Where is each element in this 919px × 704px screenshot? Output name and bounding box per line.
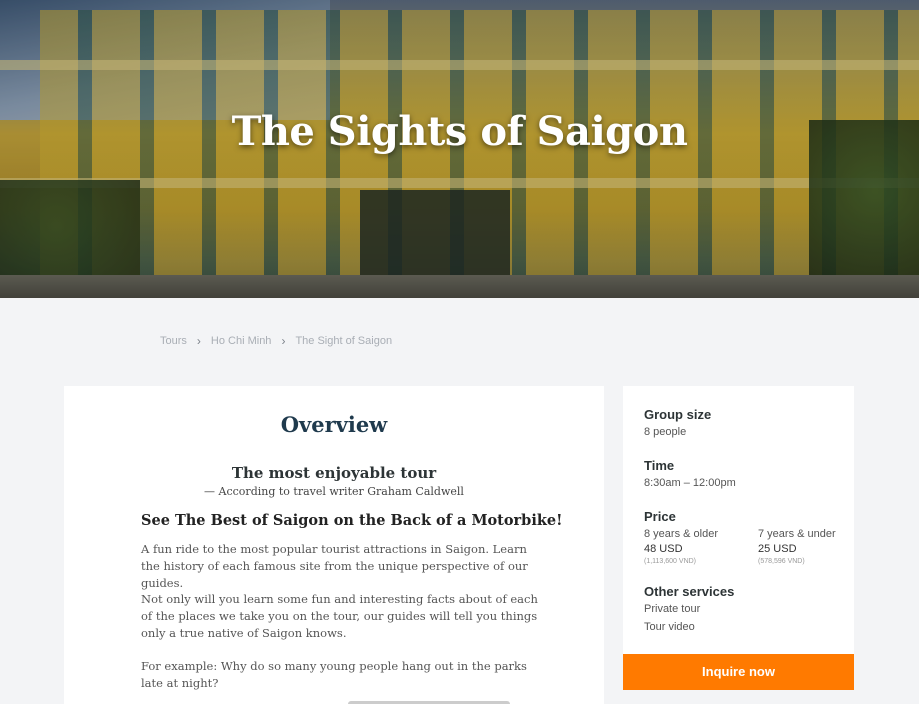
overview-paragraph: A fun ride to the most popular tourist a… <box>141 542 528 590</box>
breadcrumb: Tours › Ho Chi Minh › The Sight of Saigo… <box>160 334 392 348</box>
other-services-label: Other services <box>644 584 735 599</box>
breadcrumb-tours[interactable]: Tours <box>160 335 187 347</box>
price-adult-label: 8 years & older <box>644 528 718 540</box>
chevron-right-icon: › <box>196 334 201 348</box>
inquire-now-button[interactable]: Inquire now <box>623 654 854 690</box>
price-label: Price <box>644 509 676 524</box>
time-label: Time <box>644 458 675 473</box>
service-item: Private tour <box>644 603 701 615</box>
overview-heading: Overview <box>280 412 388 437</box>
overview-paragraph: Not only will you learn some fun and int… <box>141 592 538 640</box>
price-child-label: 7 years & under <box>758 528 836 540</box>
time-value: 8:30am – 12:00pm <box>644 477 736 489</box>
overview-card: Overview The most enjoyable tour — Accor… <box>64 386 604 704</box>
group-size-value: 8 people <box>644 426 687 438</box>
price-adult-usd: 48 USD <box>644 543 683 555</box>
breadcrumb-ho-chi-minh[interactable]: Ho Chi Minh <box>211 335 272 347</box>
price-adult-vnd: (1,113,600 VND) <box>644 558 697 565</box>
overview-attribution: — According to travel writer Graham Cald… <box>204 485 464 498</box>
tour-details-card: Group size 8 people Time 8:30am – 12:00p… <box>623 386 854 654</box>
price-child-usd: 25 USD <box>758 543 797 555</box>
overview-section-title: See The Best of Saigon on the Back of a … <box>141 512 563 529</box>
hero-banner: The Sights of Saigon <box>0 0 919 298</box>
page-title: The Sights of Saigon <box>231 108 688 155</box>
overview-subtitle: The most enjoyable tour <box>231 464 437 482</box>
chevron-right-icon: › <box>281 334 286 348</box>
service-item: Tour video <box>644 621 695 633</box>
overview-paragraph: For example: Why do so many young people… <box>141 659 527 690</box>
breadcrumb-current: The Sight of Saigon <box>295 335 393 347</box>
price-child-vnd: (578,596 VND) <box>758 558 805 565</box>
group-size-label: Group size <box>644 407 712 422</box>
